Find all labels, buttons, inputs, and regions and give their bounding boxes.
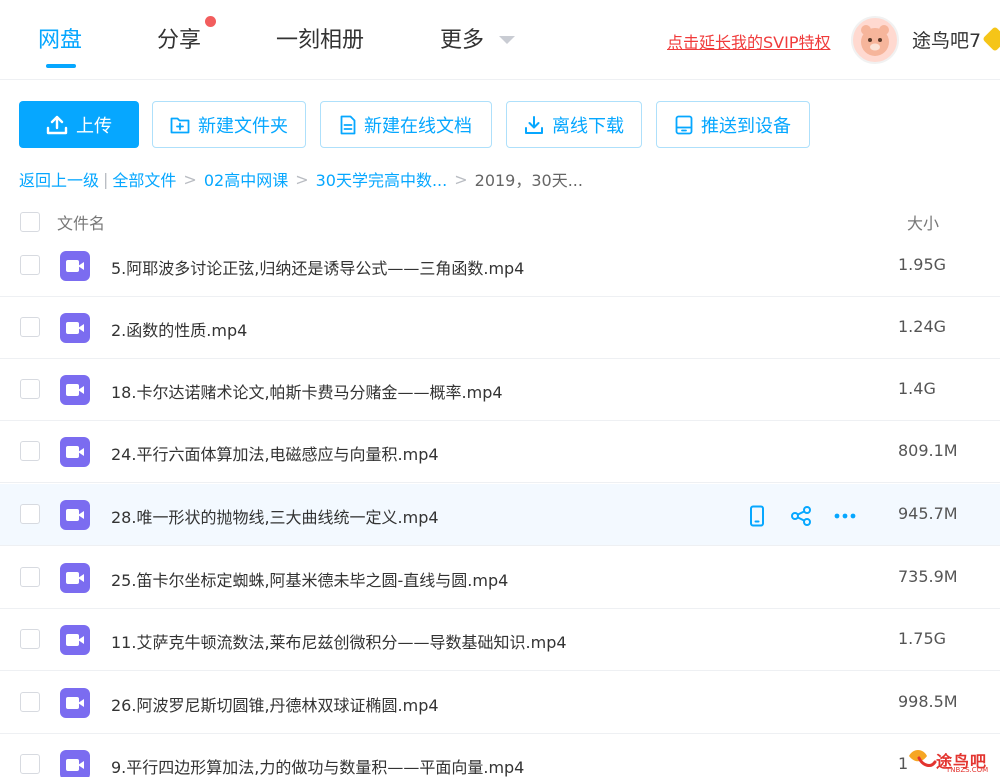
new-folder-label: 新建文件夹	[198, 115, 288, 137]
file-name[interactable]: 11.艾萨克牛顿流数法,莱布尼兹创微积分——导数基础知识.mp4	[111, 629, 567, 653]
nav-tab-netdisk[interactable]: 网盘	[38, 22, 82, 54]
top-nav: 网盘 分享 一刻相册 更多 点击延长我的SVIP特权 途鸟吧7	[0, 0, 1000, 80]
row-checkbox[interactable]	[20, 692, 40, 712]
table-row[interactable]: 24.平行六面体算加法,电磁感应与向量积.mp4 809.1M	[0, 421, 1000, 483]
file-size: 735.9M	[898, 567, 958, 586]
table-row[interactable]: 18.卡尔达诺赌术论文,帕斯卡费马分赌金——概率.mp4 1.4G	[0, 359, 1000, 421]
table-row[interactable]: 25.笛卡尔坐标定蜘蛛,阿基米德未毕之圆-直线与圆.mp4 735.9M	[0, 547, 1000, 609]
avatar[interactable]	[851, 16, 899, 64]
offline-download-button[interactable]: 离线下载	[506, 101, 642, 148]
file-size: 1.75G	[898, 629, 947, 648]
upload-button[interactable]: 上传	[19, 101, 139, 148]
new-folder-icon	[170, 117, 190, 133]
upload-icon	[46, 115, 68, 134]
row-checkbox[interactable]	[20, 255, 40, 275]
file-name[interactable]: 5.阿耶波多讨论正弦,归纳还是诱导公式——三角函数.mp4	[111, 255, 524, 279]
offline-download-label: 离线下载	[552, 115, 624, 137]
column-header-name[interactable]: 文件名	[57, 210, 105, 234]
breadcrumb-separator: >	[454, 169, 468, 189]
row-checkbox[interactable]	[20, 379, 40, 399]
upload-label: 上传	[76, 115, 112, 137]
file-name[interactable]: 9.平行四边形算加法,力的做功与数量积——平面向量.mp4	[111, 754, 524, 777]
row-checkbox[interactable]	[20, 317, 40, 337]
document-icon	[340, 115, 356, 134]
username[interactable]: 途鸟吧7	[912, 26, 981, 53]
table-row[interactable]: 5.阿耶波多讨论正弦,归纳还是诱导公式——三角函数.mp4 1.95G	[0, 235, 1000, 297]
breadcrumb-high-school[interactable]: 02高中网课	[204, 167, 288, 191]
nav-tab-album[interactable]: 一刻相册	[276, 22, 364, 54]
notification-dot	[205, 16, 216, 27]
new-folder-button[interactable]: 新建文件夹	[152, 101, 306, 148]
video-file-icon	[60, 251, 90, 281]
breadcrumb-divider: |	[103, 169, 109, 189]
chevron-down-icon[interactable]	[499, 36, 515, 44]
row-checkbox[interactable]	[20, 629, 40, 649]
file-name[interactable]: 26.阿波罗尼斯切圆锥,丹德林双球证椭圆.mp4	[111, 692, 439, 716]
table-row[interactable]: 11.艾萨克牛顿流数法,莱布尼兹创微积分——导数基础知识.mp4 1.75G	[0, 609, 1000, 671]
file-size: 1.4G	[898, 379, 936, 398]
avatar-image-icon	[861, 25, 889, 56]
select-all-checkbox[interactable]	[20, 212, 40, 232]
breadcrumb-separator: >	[183, 169, 197, 189]
video-file-icon	[60, 750, 90, 777]
file-name[interactable]: 2.函数的性质.mp4	[111, 317, 247, 341]
video-file-icon	[60, 313, 90, 343]
row-checkbox[interactable]	[20, 504, 40, 524]
file-size: 1.24G	[898, 317, 947, 336]
video-file-icon	[60, 500, 90, 530]
row-checkbox[interactable]	[20, 567, 40, 587]
nav-tab-more[interactable]: 更多	[440, 22, 484, 54]
file-name[interactable]: 28.唯一形状的抛物线,三大曲线统一定义.mp4	[111, 504, 439, 528]
send-to-phone-icon[interactable]	[745, 504, 769, 528]
download-icon	[525, 115, 543, 134]
file-name[interactable]: 18.卡尔达诺赌术论文,帕斯卡费马分赌金——概率.mp4	[111, 379, 503, 403]
share-icon[interactable]	[789, 504, 813, 528]
breadcrumb-course[interactable]: 30天学完高中数...	[316, 167, 448, 191]
breadcrumb-current: 2019，30天...	[474, 171, 583, 190]
file-size: 1.95G	[898, 255, 947, 274]
device-icon	[675, 115, 693, 134]
breadcrumb-back[interactable]: 返回上一级	[19, 167, 99, 191]
file-size: 809.1M	[898, 441, 958, 460]
push-to-device-button[interactable]: 推送到设备	[656, 101, 810, 148]
column-header-size[interactable]: 大小	[907, 210, 939, 234]
file-size: 998.5M	[898, 692, 958, 711]
row-checkbox[interactable]	[20, 441, 40, 461]
video-file-icon	[60, 375, 90, 405]
table-row[interactable]: 26.阿波罗尼斯切圆锥,丹德林双球证椭圆.mp4 998.5M	[0, 672, 1000, 734]
more-icon[interactable]	[833, 504, 857, 528]
table-row[interactable]: 2.函数的性质.mp4 1.24G	[0, 297, 1000, 359]
video-file-icon	[60, 563, 90, 593]
table-row-hovered[interactable]: 28.唯一形状的抛物线,三大曲线统一定义.mp4 945.7M	[0, 484, 1000, 546]
new-online-doc-button[interactable]: 新建在线文档	[320, 101, 492, 148]
file-name[interactable]: 25.笛卡尔坐标定蜘蛛,阿基米德未毕之圆-直线与圆.mp4	[111, 567, 508, 591]
vip-badge-icon	[982, 26, 1000, 52]
video-file-icon	[60, 625, 90, 655]
video-file-icon	[60, 437, 90, 467]
nav-tab-share[interactable]: 分享	[157, 22, 201, 54]
breadcrumb: 返回上一级 | 全部文件 > 02高中网课 > 30天学完高中数... > 20…	[19, 167, 583, 191]
row-checkbox[interactable]	[20, 754, 40, 774]
svip-renew-link[interactable]: 点击延长我的SVIP特权	[667, 29, 830, 53]
video-file-icon	[60, 688, 90, 718]
push-to-device-label: 推送到设备	[701, 115, 791, 137]
active-tab-indicator	[46, 64, 76, 68]
new-online-doc-label: 新建在线文档	[364, 115, 472, 137]
table-row[interactable]: 9.平行四边形算加法,力的做功与数量积——平面向量.mp4 1	[0, 734, 1000, 777]
watermark-subtext: TNBZS.COM	[946, 766, 989, 774]
file-size: 945.7M	[898, 504, 958, 523]
breadcrumb-all-files[interactable]: 全部文件	[112, 167, 176, 191]
breadcrumb-separator: >	[295, 169, 309, 189]
file-name[interactable]: 24.平行六面体算加法,电磁感应与向量积.mp4	[111, 441, 439, 465]
